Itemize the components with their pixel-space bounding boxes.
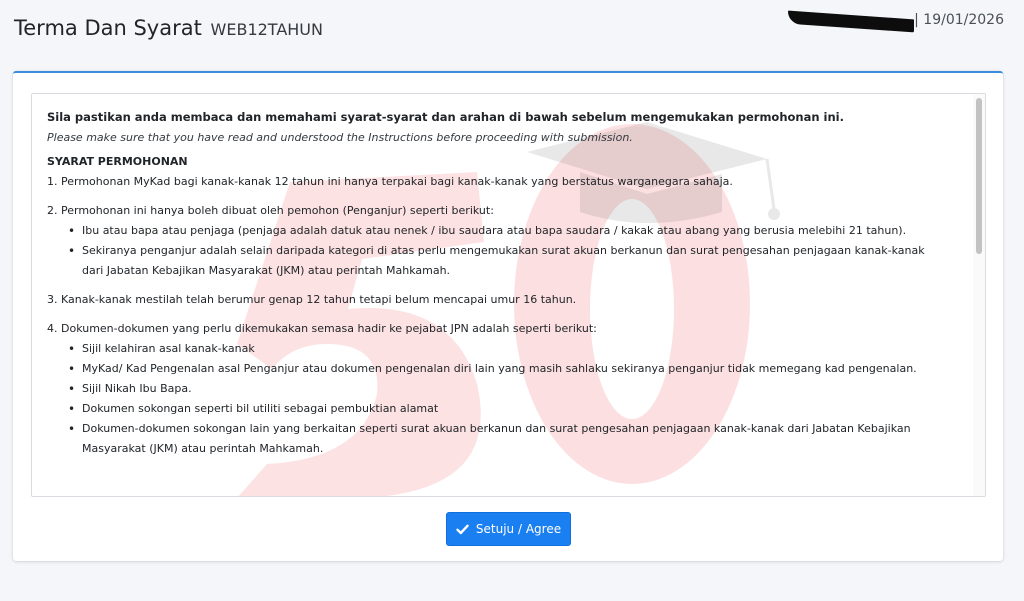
check-icon (456, 524, 469, 534)
term-text: 1. Permohonan MyKad bagi kanak-kanak 12 … (47, 175, 733, 188)
page-title: Terma Dan Syarat WEB12TAHUN (14, 16, 323, 40)
term-subitem: Dokumen-dokumen sokongan lain yang berka… (68, 419, 933, 459)
term-subitem: Sijil Nikah Ibu Bapa. (68, 379, 933, 399)
term-text: 3. Kanak-kanak mestilah telah berumur ge… (47, 293, 577, 306)
term-sublist: Sijil kelahiran asal kanak-kanak MyKad/ … (47, 339, 933, 459)
terms-scroll-box[interactable]: Sila pastikan anda membaca dan memahami … (31, 93, 986, 497)
scrollbar-thumb[interactable] (976, 98, 982, 254)
term-item: 1. Permohonan MyKad bagi kanak-kanak 12 … (47, 172, 933, 192)
term-sublist: Ibu atau bapa atau penjaga (penjaga adal… (47, 221, 933, 281)
terms-content: Sila pastikan anda membaca dan memahami … (32, 94, 957, 459)
section-heading: SYARAT PERMOHONAN (47, 155, 188, 168)
current-date: | 19/01/2026 (914, 12, 1004, 28)
term-subitem: Sijil kelahiran asal kanak-kanak (68, 339, 933, 359)
redacted-username (788, 10, 915, 32)
page-title-text: Terma Dan Syarat (14, 16, 202, 40)
term-text: 2. Permohonan ini hanya boleh dibuat ole… (47, 204, 494, 217)
term-item: 2. Permohonan ini hanya boleh dibuat ole… (47, 201, 933, 281)
term-text: 4. Dokumen-dokumen yang perlu dikemukaka… (47, 322, 597, 335)
agree-button[interactable]: Setuju / Agree (446, 512, 571, 546)
page-header: Terma Dan Syarat WEB12TAHUN | 19/01/2026 (0, 0, 1024, 60)
agree-button-label: Setuju / Agree (475, 522, 562, 536)
term-subitem: Sekiranya penganjur adalah selain daripa… (68, 241, 933, 281)
intro-malay: Sila pastikan anda membaca dan memahami … (47, 110, 844, 124)
scrollbar-track[interactable] (973, 94, 985, 496)
app-code: WEB12TAHUN (210, 20, 323, 39)
term-item: 3. Kanak-kanak mestilah telah berumur ge… (47, 290, 933, 310)
terms-card: Sila pastikan anda membaca dan memahami … (13, 71, 1003, 561)
intro-english: Please make sure that you have read and … (47, 131, 633, 144)
term-item: 4. Dokumen-dokumen yang perlu dikemukaka… (47, 319, 933, 459)
term-subitem: MyKad/ Kad Pengenalan asal Penganjur ata… (68, 359, 933, 379)
user-info: | 19/01/2026 (788, 10, 1004, 32)
term-subitem: Ibu atau bapa atau penjaga (penjaga adal… (68, 221, 933, 241)
term-subitem: Dokumen sokongan seperti bil utiliti seb… (68, 399, 933, 419)
